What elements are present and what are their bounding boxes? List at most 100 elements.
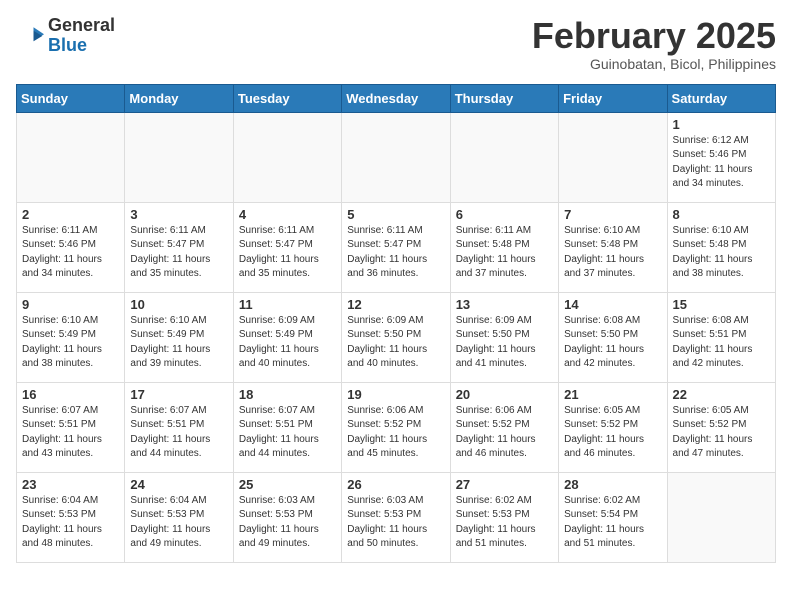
calendar-week-5: 23 Sunrise: 6:04 AM Sunset: 5:53 PM Dayli… <box>17 472 776 562</box>
title-block: February 2025 Guinobatan, Bicol, Philipp… <box>532 16 776 72</box>
day-info: Sunrise: 6:05 AM Sunset: 5:52 PM Dayligh… <box>673 404 770 462</box>
calendar-cell: 4 Sunrise: 6:11 AM Sunset: 5:47 PM Daylig… <box>233 202 341 292</box>
calendar-cell: 14 Sunrise: 6:08 AM Sunset: 5:50 PM Dayli… <box>559 292 667 382</box>
calendar-cell: 8Sunrise: 6:10 AM Sunset: 5:48 PM Daylig… <box>667 202 775 292</box>
calendar-week-2: 2 Sunrise: 6:11 AM Sunset: 5:46 PM Daylig… <box>17 202 776 292</box>
location-subtitle: Guinobatan, Bicol, Philippines <box>532 56 776 72</box>
day-info: Sunrise: 6:09 AM Sunset: 5:50 PM Dayligh… <box>456 314 553 372</box>
day-info: Sunrise: 6:07 AM Sunset: 5:51 PM Dayligh… <box>22 404 119 462</box>
calendar-cell <box>450 112 558 202</box>
calendar-cell: 21 Sunrise: 6:05 AM Sunset: 5:52 PM Dayli… <box>559 382 667 472</box>
day-info: Sunrise: 6:11 AM Sunset: 5:46 PM Dayligh… <box>22 224 119 282</box>
day-info: Sunrise: 6:12 AM Sunset: 5:46 PM Dayligh… <box>673 134 770 192</box>
calendar-cell: 3 Sunrise: 6:11 AM Sunset: 5:47 PM Daylig… <box>125 202 233 292</box>
calendar-cell: 6Sunrise: 6:11 AM Sunset: 5:48 PM Daylig… <box>450 202 558 292</box>
calendar-cell <box>667 472 775 562</box>
day-info: Sunrise: 6:07 AM Sunset: 5:51 PM Dayligh… <box>130 404 227 462</box>
day-info: Sunrise: 6:11 AM Sunset: 5:47 PM Dayligh… <box>239 224 336 282</box>
calendar-cell: 17 Sunrise: 6:07 AM Sunset: 5:51 PM Dayli… <box>125 382 233 472</box>
day-number: 21 <box>564 387 661 402</box>
calendar-cell: 19 Sunrise: 6:06 AM Sunset: 5:52 PM Dayli… <box>342 382 450 472</box>
day-info: Sunrise: 6:10 AM Sunset: 5:48 PM Dayligh… <box>564 224 661 282</box>
day-number: 14 <box>564 297 661 312</box>
month-year-title: February 2025 <box>532 16 776 56</box>
day-number: 22 <box>673 387 770 402</box>
day-info: Sunrise: 6:10 AM Sunset: 5:49 PM Dayligh… <box>22 314 119 372</box>
day-number: 4 <box>239 207 336 222</box>
day-number: 25 <box>239 477 336 492</box>
calendar-cell: 24 Sunrise: 6:04 AM Sunset: 5:53 PM Dayli… <box>125 472 233 562</box>
weekday-header-tuesday: Tuesday <box>233 84 341 112</box>
calendar-cell: 13 Sunrise: 6:09 AM Sunset: 5:50 PM Dayli… <box>450 292 558 382</box>
day-number: 7 <box>564 207 661 222</box>
day-info: Sunrise: 6:11 AM Sunset: 5:47 PM Dayligh… <box>347 224 444 282</box>
calendar-cell: 23 Sunrise: 6:04 AM Sunset: 5:53 PM Dayli… <box>17 472 125 562</box>
weekday-header-sunday: Sunday <box>17 84 125 112</box>
calendar-cell <box>233 112 341 202</box>
day-info: Sunrise: 6:10 AM Sunset: 5:49 PM Dayligh… <box>130 314 227 372</box>
day-number: 27 <box>456 477 553 492</box>
calendar-cell: 15 Sunrise: 6:08 AM Sunset: 5:51 PM Dayli… <box>667 292 775 382</box>
calendar-week-4: 16Sunrise: 6:07 AM Sunset: 5:51 PM Dayli… <box>17 382 776 472</box>
day-number: 18 <box>239 387 336 402</box>
calendar-cell: 25 Sunrise: 6:03 AM Sunset: 5:53 PM Dayli… <box>233 472 341 562</box>
weekday-header-wednesday: Wednesday <box>342 84 450 112</box>
page-header: General Blue February 2025 Guinobatan, B… <box>16 16 776 72</box>
day-info: Sunrise: 6:11 AM Sunset: 5:47 PM Dayligh… <box>130 224 227 282</box>
logo: General Blue <box>16 16 115 56</box>
day-info: Sunrise: 6:08 AM Sunset: 5:51 PM Dayligh… <box>673 314 770 372</box>
day-number: 23 <box>22 477 119 492</box>
day-number: 8 <box>673 207 770 222</box>
day-number: 3 <box>130 207 227 222</box>
logo-blue-text: Blue <box>48 35 87 55</box>
weekday-header-monday: Monday <box>125 84 233 112</box>
calendar-cell: 11 Sunrise: 6:09 AM Sunset: 5:49 PM Dayli… <box>233 292 341 382</box>
calendar-cell: 26 Sunrise: 6:03 AM Sunset: 5:53 PM Dayli… <box>342 472 450 562</box>
calendar-cell <box>342 112 450 202</box>
calendar-header-row: SundayMondayTuesdayWednesdayThursdayFrid… <box>17 84 776 112</box>
day-number: 28 <box>564 477 661 492</box>
day-number: 19 <box>347 387 444 402</box>
day-number: 11 <box>239 297 336 312</box>
day-info: Sunrise: 6:09 AM Sunset: 5:50 PM Dayligh… <box>347 314 444 372</box>
calendar-cell: 22 Sunrise: 6:05 AM Sunset: 5:52 PM Dayli… <box>667 382 775 472</box>
day-number: 1 <box>673 117 770 132</box>
day-info: Sunrise: 6:03 AM Sunset: 5:53 PM Dayligh… <box>239 494 336 552</box>
logo-general-text: General <box>48 15 115 35</box>
day-number: 9 <box>22 297 119 312</box>
calendar-cell: 1 Sunrise: 6:12 AM Sunset: 5:46 PM Daylig… <box>667 112 775 202</box>
day-info: Sunrise: 6:04 AM Sunset: 5:53 PM Dayligh… <box>22 494 119 552</box>
calendar-cell: 12 Sunrise: 6:09 AM Sunset: 5:50 PM Dayli… <box>342 292 450 382</box>
calendar-cell: 16Sunrise: 6:07 AM Sunset: 5:51 PM Dayli… <box>17 382 125 472</box>
day-info: Sunrise: 6:06 AM Sunset: 5:52 PM Dayligh… <box>456 404 553 462</box>
calendar-cell: 18 Sunrise: 6:07 AM Sunset: 5:51 PM Dayli… <box>233 382 341 472</box>
day-info: Sunrise: 6:04 AM Sunset: 5:53 PM Dayligh… <box>130 494 227 552</box>
calendar-week-1: 1 Sunrise: 6:12 AM Sunset: 5:46 PM Daylig… <box>17 112 776 202</box>
day-number: 26 <box>347 477 444 492</box>
day-number: 13 <box>456 297 553 312</box>
calendar-table: SundayMondayTuesdayWednesdayThursdayFrid… <box>16 84 776 563</box>
day-info: Sunrise: 6:03 AM Sunset: 5:53 PM Dayligh… <box>347 494 444 552</box>
day-number: 12 <box>347 297 444 312</box>
day-info: Sunrise: 6:06 AM Sunset: 5:52 PM Dayligh… <box>347 404 444 462</box>
calendar-week-3: 9 Sunrise: 6:10 AM Sunset: 5:49 PM Daylig… <box>17 292 776 382</box>
day-number: 2 <box>22 207 119 222</box>
day-info: Sunrise: 6:08 AM Sunset: 5:50 PM Dayligh… <box>564 314 661 372</box>
calendar-cell <box>17 112 125 202</box>
day-number: 17 <box>130 387 227 402</box>
calendar-cell <box>125 112 233 202</box>
day-info: Sunrise: 6:05 AM Sunset: 5:52 PM Dayligh… <box>564 404 661 462</box>
day-info: Sunrise: 6:02 AM Sunset: 5:54 PM Dayligh… <box>564 494 661 552</box>
calendar-cell: 20Sunrise: 6:06 AM Sunset: 5:52 PM Dayli… <box>450 382 558 472</box>
calendar-cell: 9 Sunrise: 6:10 AM Sunset: 5:49 PM Daylig… <box>17 292 125 382</box>
day-number: 24 <box>130 477 227 492</box>
day-number: 10 <box>130 297 227 312</box>
day-info: Sunrise: 6:07 AM Sunset: 5:51 PM Dayligh… <box>239 404 336 462</box>
weekday-header-thursday: Thursday <box>450 84 558 112</box>
day-info: Sunrise: 6:09 AM Sunset: 5:49 PM Dayligh… <box>239 314 336 372</box>
calendar-cell: 10 Sunrise: 6:10 AM Sunset: 5:49 PM Dayli… <box>125 292 233 382</box>
calendar-cell: 5Sunrise: 6:11 AM Sunset: 5:47 PM Daylig… <box>342 202 450 292</box>
logo-icon <box>16 22 44 50</box>
calendar-cell: 27Sunrise: 6:02 AM Sunset: 5:53 PM Dayli… <box>450 472 558 562</box>
day-number: 15 <box>673 297 770 312</box>
